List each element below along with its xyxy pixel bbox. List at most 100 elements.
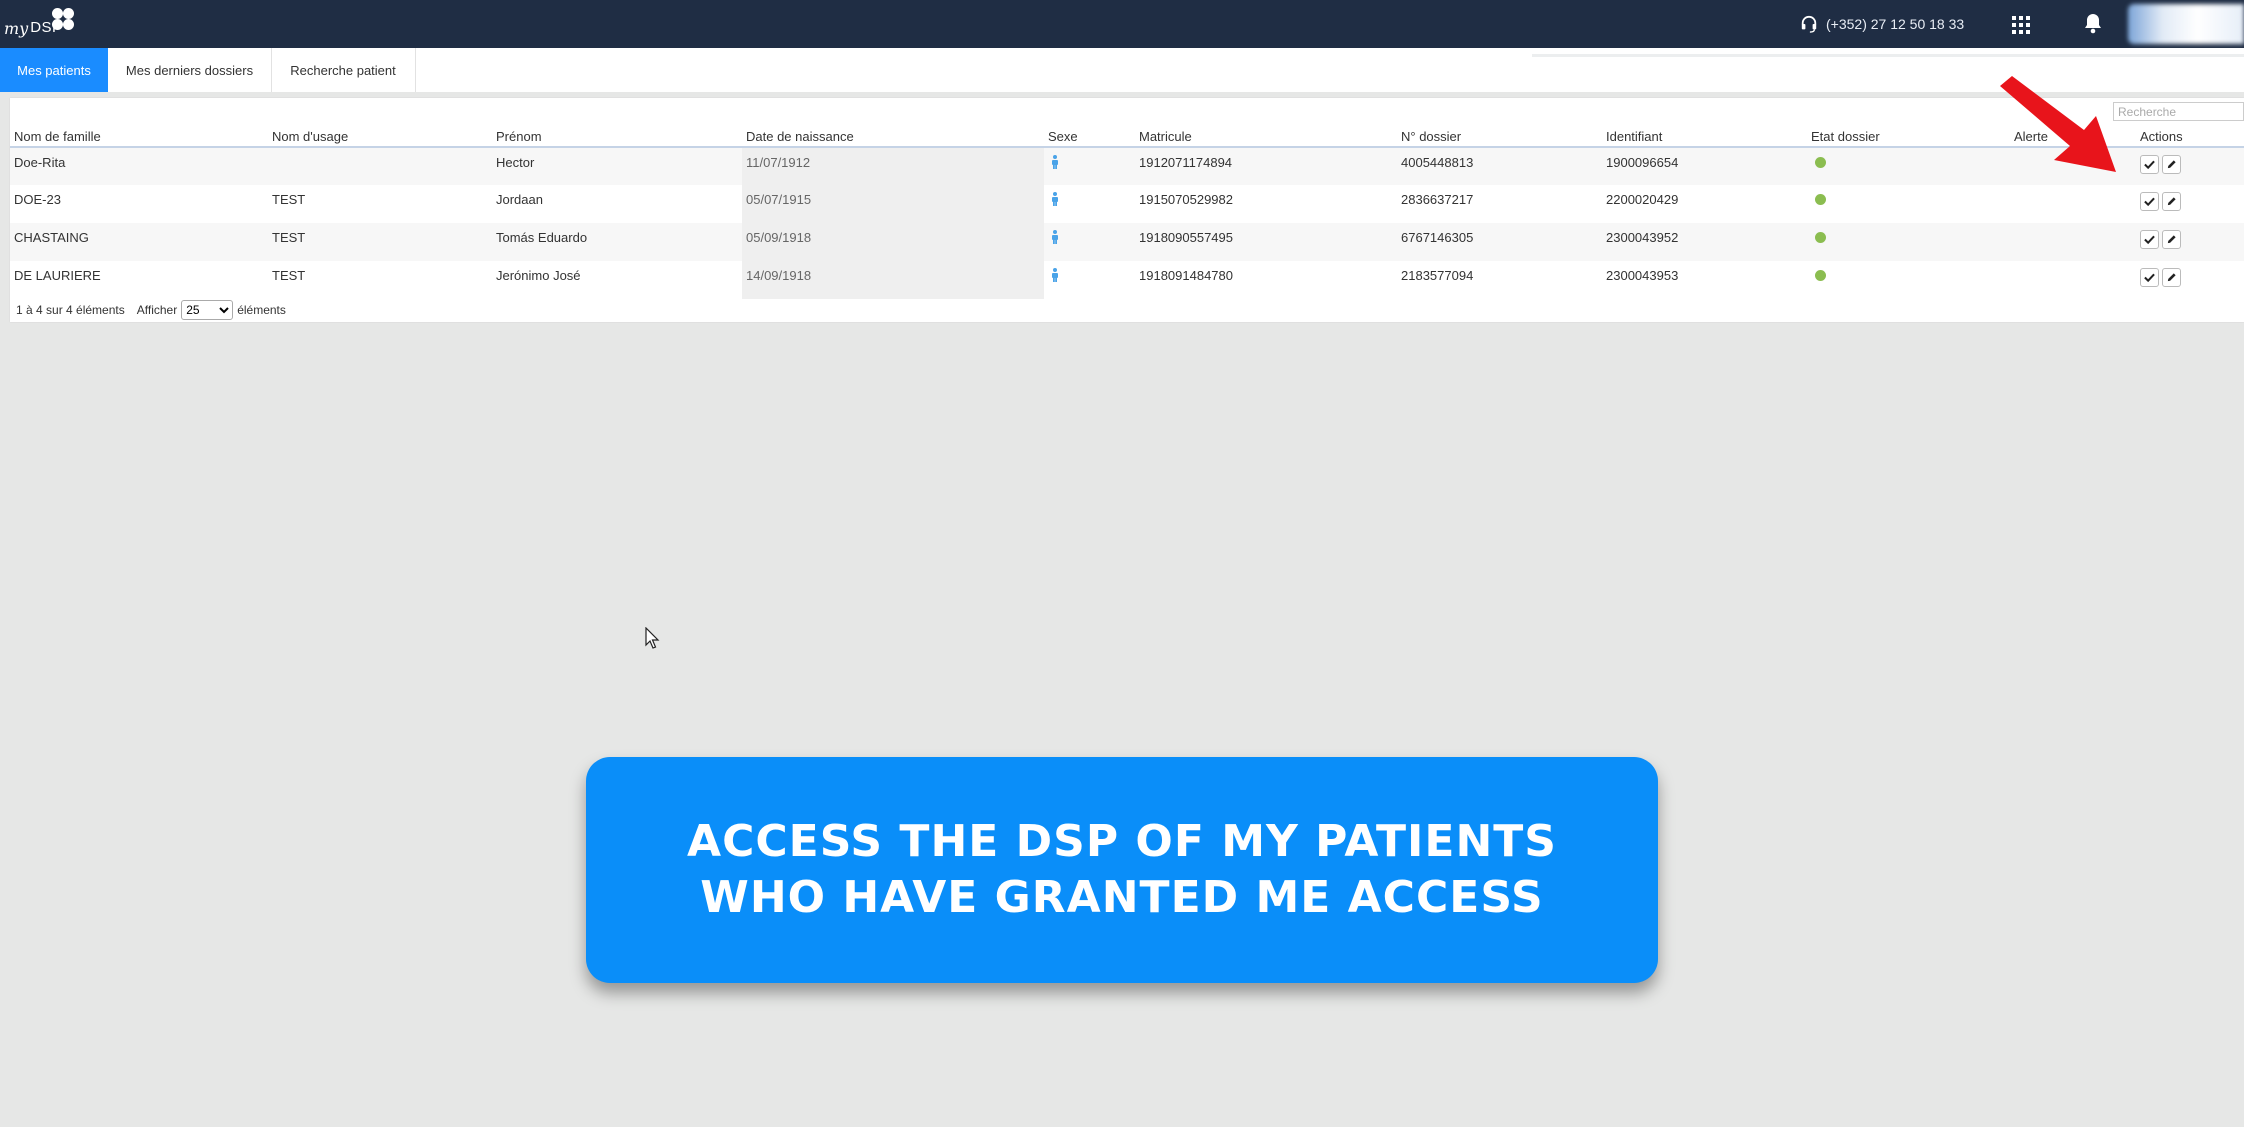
cell-actions bbox=[2136, 185, 2244, 223]
pager-info: 1 à 4 sur 4 éléments bbox=[16, 303, 125, 317]
user-menu-avatar[interactable] bbox=[2128, 4, 2244, 44]
banner-line-1: ACCESS THE DSP OF MY PATIENTS bbox=[687, 816, 1557, 867]
cell-matricule: 1918090557495 bbox=[1135, 223, 1397, 261]
pager-suffix: éléments bbox=[237, 303, 286, 317]
header-sexe[interactable]: Sexe bbox=[1044, 126, 1135, 148]
table-row[interactable]: DE LAURIERE TEST Jerónimo José 14/09/191… bbox=[10, 261, 2244, 299]
banner-line-2: WHO HAVE GRANTED ME ACCESS bbox=[700, 872, 1544, 923]
table-row[interactable]: Doe-Rita Hector 11/07/1912 1912071174894… bbox=[10, 147, 2244, 185]
table-pager: 1 à 4 sur 4 éléments Afficher 25 élément… bbox=[16, 300, 286, 320]
cell-sexe bbox=[1044, 261, 1135, 299]
cell-identifiant: 2200020429 bbox=[1602, 185, 1807, 223]
apps-grid-icon[interactable] bbox=[2012, 16, 2030, 34]
cell-actions bbox=[2136, 147, 2244, 185]
status-dot bbox=[1815, 270, 1826, 281]
cell-usage bbox=[268, 147, 492, 185]
caption-banner: ACCESS THE DSP OF MY PATIENTS WHO HAVE G… bbox=[586, 757, 1658, 983]
male-person-icon bbox=[1052, 230, 1058, 244]
cell-matricule: 1915070529982 bbox=[1135, 185, 1397, 223]
mydsp-logo[interactable]: my DSP bbox=[4, 4, 84, 44]
mouse-cursor-icon bbox=[645, 627, 660, 649]
cell-etat bbox=[1807, 223, 2010, 261]
cell-dob: 05/09/1918 bbox=[742, 223, 1044, 261]
table-row[interactable]: DOE-23 TEST Jordaan 05/07/1915 191507052… bbox=[10, 185, 2244, 223]
logo-my-text: my bbox=[4, 19, 29, 38]
cell-dossier: 2836637217 bbox=[1397, 185, 1602, 223]
male-person-icon bbox=[1052, 192, 1058, 206]
cell-matricule: 1912071174894 bbox=[1135, 147, 1397, 185]
cell-alerte bbox=[2010, 261, 2136, 299]
cell-dob: 11/07/1912 bbox=[742, 147, 1044, 185]
status-dot bbox=[1815, 194, 1826, 205]
pager-show-label: Afficher bbox=[136, 303, 178, 317]
cell-matricule: 1918091484780 bbox=[1135, 261, 1397, 299]
table-row[interactable]: CHASTAING TEST Tomás Eduardo 05/09/1918 … bbox=[10, 223, 2244, 261]
cell-nom: CHASTAING bbox=[10, 223, 268, 261]
support-phone[interactable]: (+352) 27 12 50 18 33 bbox=[1800, 13, 1964, 35]
cell-nom: Doe-Rita bbox=[10, 147, 268, 185]
cell-etat bbox=[1807, 147, 2010, 185]
edit-button[interactable] bbox=[2162, 230, 2181, 249]
patients-table: Nom de famille Nom d'usage Prénom Date d… bbox=[10, 126, 2244, 299]
cell-nom: DOE-23 bbox=[10, 185, 268, 223]
status-dot bbox=[1815, 232, 1826, 243]
access-button[interactable] bbox=[2140, 230, 2159, 249]
pencil-icon bbox=[2167, 235, 2176, 244]
cell-alerte bbox=[2010, 185, 2136, 223]
cell-nom: DE LAURIERE bbox=[10, 261, 268, 299]
check-icon bbox=[2144, 160, 2155, 170]
cell-dossier: 2183577094 bbox=[1397, 261, 1602, 299]
cell-sexe bbox=[1044, 185, 1135, 223]
cell-sexe bbox=[1044, 223, 1135, 261]
access-button[interactable] bbox=[2140, 268, 2159, 287]
cell-usage: TEST bbox=[268, 185, 492, 223]
table-header-row: Nom de famille Nom d'usage Prénom Date d… bbox=[10, 126, 2244, 148]
edit-button[interactable] bbox=[2162, 192, 2181, 211]
tab-recherche-patient[interactable]: Recherche patient bbox=[271, 48, 416, 92]
access-button[interactable] bbox=[2140, 192, 2159, 211]
pencil-icon bbox=[2167, 197, 2176, 206]
cell-usage: TEST bbox=[268, 223, 492, 261]
cell-dob: 05/07/1915 bbox=[742, 185, 1044, 223]
header-prenom[interactable]: Prénom bbox=[492, 126, 742, 148]
header-etat-dossier[interactable]: Etat dossier bbox=[1807, 126, 2010, 148]
cell-dossier: 6767146305 bbox=[1397, 223, 1602, 261]
tab-mes-derniers-dossiers[interactable]: Mes derniers dossiers bbox=[108, 48, 272, 92]
header-nom-usage[interactable]: Nom d'usage bbox=[268, 126, 492, 148]
red-arrow-icon bbox=[2000, 76, 2116, 172]
edit-button[interactable] bbox=[2162, 155, 2181, 174]
header-no-dossier[interactable]: N° dossier bbox=[1397, 126, 1602, 148]
cell-prenom: Jerónimo José bbox=[492, 261, 742, 299]
cell-actions bbox=[2136, 261, 2244, 299]
page-size-select[interactable]: 25 bbox=[181, 300, 234, 320]
cell-identifiant: 2300043953 bbox=[1602, 261, 1807, 299]
header-matricule[interactable]: Matricule bbox=[1135, 126, 1397, 148]
tab-mes-patients[interactable]: Mes patients bbox=[0, 48, 108, 92]
cell-prenom: Tomás Eduardo bbox=[492, 223, 742, 261]
cell-usage: TEST bbox=[268, 261, 492, 299]
header-actions: Actions bbox=[2136, 126, 2244, 148]
status-dot bbox=[1815, 157, 1826, 168]
pencil-icon bbox=[2167, 160, 2176, 169]
header-date-naissance[interactable]: Date de naissance bbox=[742, 126, 1044, 148]
access-button[interactable] bbox=[2140, 155, 2159, 174]
cell-sexe bbox=[1044, 147, 1135, 185]
cell-etat bbox=[1807, 185, 2010, 223]
cell-prenom: Jordaan bbox=[492, 185, 742, 223]
cell-identifiant: 1900096654 bbox=[1602, 147, 1807, 185]
header-identifiant[interactable]: Identifiant bbox=[1602, 126, 1807, 148]
cell-dossier: 4005448813 bbox=[1397, 147, 1602, 185]
cell-dob: 14/09/1918 bbox=[742, 261, 1044, 299]
edit-button[interactable] bbox=[2162, 268, 2181, 287]
tab-divider bbox=[1532, 54, 2244, 57]
cell-actions bbox=[2136, 223, 2244, 261]
cell-prenom: Hector bbox=[492, 147, 742, 185]
top-bar: my DSP (+352) 27 12 50 18 33 bbox=[0, 0, 2244, 48]
clover-icon bbox=[52, 8, 76, 32]
header-nom-de-famille[interactable]: Nom de famille bbox=[10, 126, 268, 148]
phone-number: (+352) 27 12 50 18 33 bbox=[1826, 16, 1965, 32]
bell-icon[interactable] bbox=[2083, 12, 2103, 34]
check-icon bbox=[2144, 235, 2155, 245]
male-person-icon bbox=[1052, 155, 1058, 169]
headset-icon bbox=[1801, 15, 1817, 33]
